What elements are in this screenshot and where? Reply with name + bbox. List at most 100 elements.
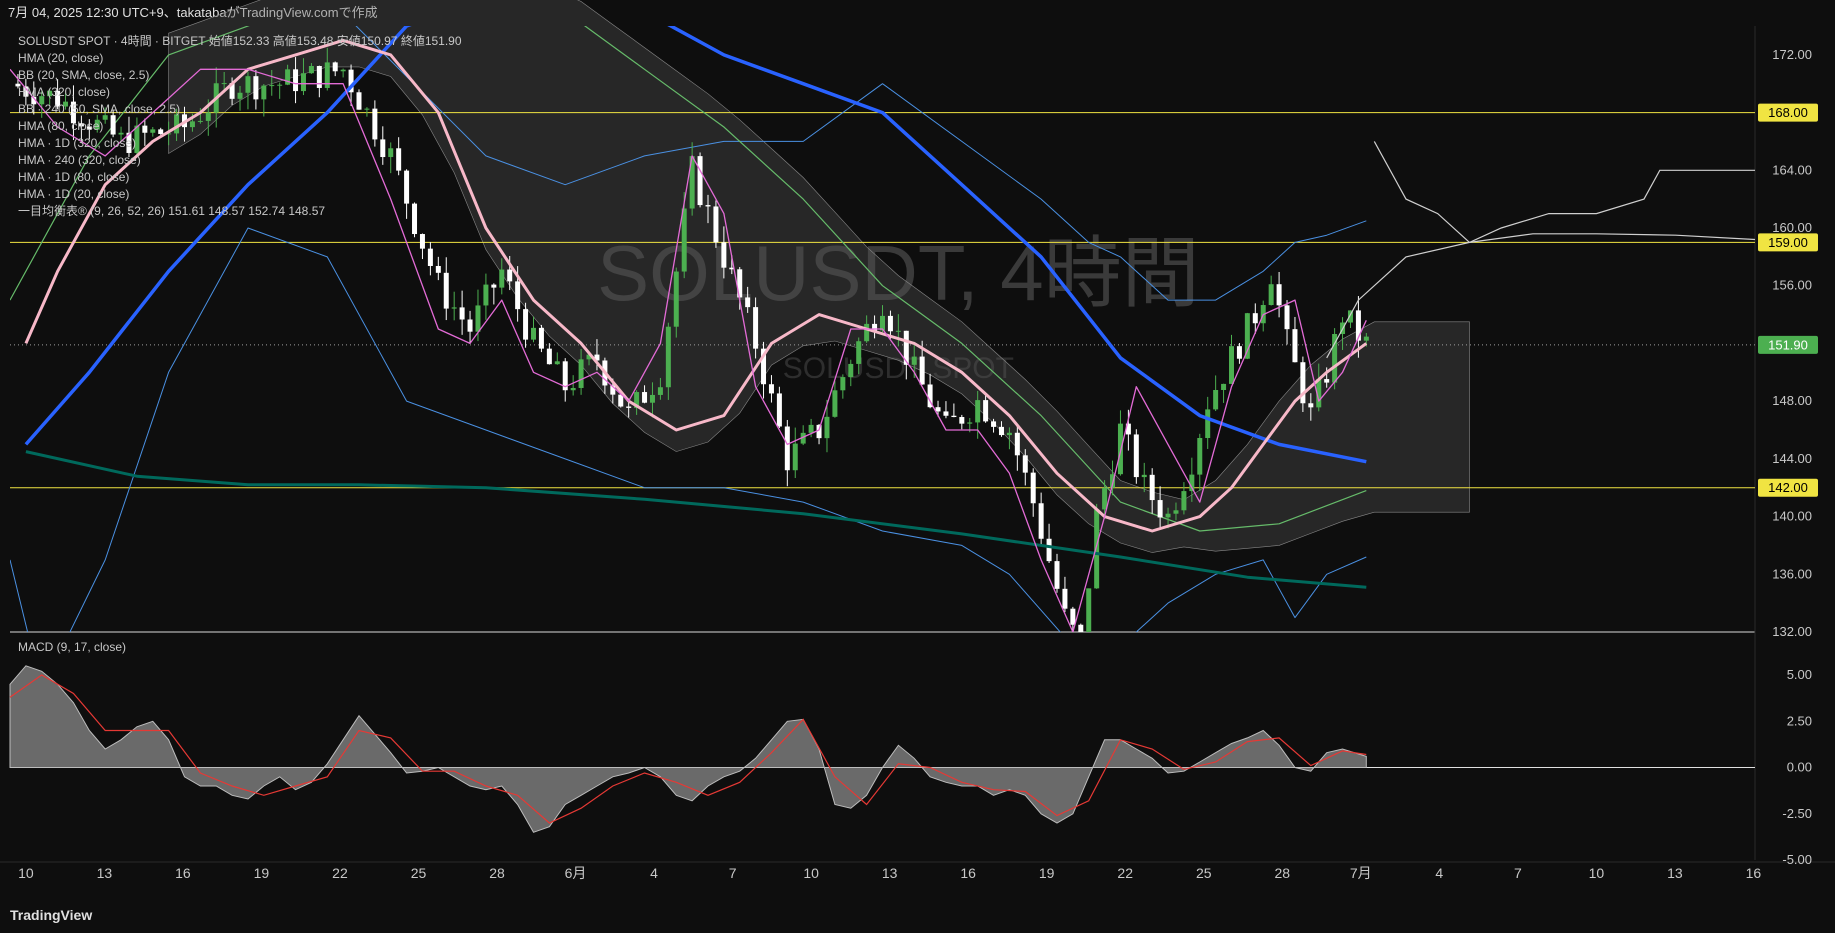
legend-line-8: HMA · 1D (20, close)	[18, 187, 130, 201]
candle-down	[776, 393, 782, 427]
candle-up	[1006, 432, 1012, 436]
candle-up	[649, 394, 655, 403]
time-tick-label: 25	[411, 865, 427, 881]
time-axis: 10 13 16 19 22 25 28 6月 4 7 10 13 16 19 22 25 28 7月 4 7 10 13…	[18, 865, 1761, 881]
candle-down	[1030, 472, 1036, 504]
price-tick-label: 144.00	[1772, 451, 1812, 466]
candle-down	[1149, 474, 1155, 501]
candle-up	[824, 416, 830, 439]
candle-down	[515, 281, 521, 310]
indicator-legend: SOLUSDT SPOT · 4時間 · BITGET 始値152.33 高値1…	[18, 33, 462, 220]
candle-up	[1213, 390, 1219, 410]
time-tick-label: 13	[882, 865, 898, 881]
candle-down	[943, 411, 949, 416]
candle-up	[1205, 409, 1211, 438]
candle-down	[919, 356, 925, 385]
price-tick-label: 172.00	[1772, 47, 1812, 62]
candle-down	[768, 384, 774, 394]
macd-tick-label: 0.00	[1787, 760, 1812, 775]
time-tick-label: 10	[803, 865, 819, 881]
candle-up	[856, 341, 862, 364]
candle-up	[864, 323, 870, 342]
legend-line-6: HMA · 240 (320, close)	[18, 153, 141, 167]
price-tick-label: 140.00	[1772, 509, 1812, 524]
candle-down	[697, 156, 703, 206]
candle-down	[991, 421, 997, 427]
candle-down	[538, 327, 544, 349]
time-tick-label: 16	[960, 865, 976, 881]
level-tag-label: 159.00	[1768, 235, 1808, 250]
candle-up	[475, 305, 481, 332]
candle-up	[1363, 336, 1369, 341]
candle-up	[967, 422, 973, 424]
candle-down	[1276, 284, 1282, 306]
time-tick-label: 19	[1039, 865, 1055, 881]
legend-ichimoku: 一目均衡表® (9, 26, 52, 26) 151.61 148.57 152…	[18, 204, 326, 218]
candle-down	[459, 307, 465, 320]
candle-down	[546, 348, 552, 365]
level-tag-label: 142.00	[1768, 480, 1808, 495]
candle-down	[642, 392, 648, 403]
candle-down	[753, 307, 759, 349]
candle-down	[618, 394, 624, 407]
footer-bar: TradingView	[0, 897, 1835, 933]
candle-down	[419, 234, 425, 249]
time-tick-label: 19	[254, 865, 270, 881]
candle-down	[523, 309, 529, 340]
candle-up	[840, 377, 846, 391]
candle-down	[998, 426, 1004, 436]
tradingview-logo[interactable]: TradingView	[10, 907, 92, 923]
candle-up	[483, 284, 489, 306]
candle-down	[1054, 561, 1060, 589]
candle-up	[681, 208, 687, 272]
price-tick-label: 156.00	[1772, 278, 1812, 293]
time-tick-label: 10	[1589, 865, 1605, 881]
price-tick-label: 148.00	[1772, 393, 1812, 408]
candle-down	[1236, 346, 1242, 359]
last-price-tag-label: 151.90	[1768, 337, 1808, 352]
price-tick-label: 164.00	[1772, 162, 1812, 177]
time-tick-label: 7月	[1350, 865, 1372, 881]
candle-up	[1221, 383, 1227, 391]
macd-signal-line	[9, 674, 1367, 824]
legend-ohlc: SOLUSDT SPOT · 4時間 · BITGET 始値152.33 高値1…	[18, 34, 462, 48]
legend-line-4: HMA (80, close)	[18, 119, 104, 133]
candle-up	[554, 361, 560, 365]
candle-down	[443, 272, 449, 309]
candle-down	[745, 297, 751, 308]
legend-line-5: HMA · 1D (320, close)	[18, 136, 137, 150]
time-tick-label: 4	[1435, 865, 1443, 881]
candle-down	[816, 424, 822, 439]
time-tick-label: 28	[1274, 865, 1290, 881]
candle-down	[1157, 500, 1163, 518]
time-tick-label: 25	[1196, 865, 1212, 881]
candle-up	[657, 387, 663, 395]
time-tick-label: 22	[1117, 865, 1133, 881]
candle-up	[975, 400, 981, 423]
candle-down	[435, 265, 441, 273]
candle-down	[1038, 503, 1044, 539]
candle-up	[1094, 509, 1100, 589]
time-tick-label: 16	[175, 865, 191, 881]
macd-pane: 5.00 2.50 0.00 -2.50 -5.00	[9, 665, 1812, 867]
candle-up	[665, 326, 671, 388]
candle-down	[959, 417, 965, 424]
candle-down	[1078, 624, 1084, 632]
macd-legend: MACD (9, 17, close)	[18, 640, 127, 654]
price-tick-label: 132.00	[1772, 624, 1812, 639]
legend-line-0: HMA (20, close)	[18, 51, 104, 65]
price-tick-label: 136.00	[1772, 566, 1812, 581]
time-tick-label: 28	[489, 865, 505, 881]
legend-line-2: HMA (320, close)	[18, 85, 111, 99]
candle-up	[895, 330, 901, 332]
level-tag-label: 168.00	[1768, 105, 1808, 120]
legend-line-1: BB (20, SMA, close, 2.5)	[18, 68, 150, 82]
time-tick-label: 6月	[565, 865, 587, 881]
candle-up	[1141, 474, 1147, 478]
macd-area	[9, 665, 1367, 833]
time-tick-label: 10	[18, 865, 34, 881]
candle-down	[887, 315, 893, 332]
candle-down	[1292, 329, 1298, 363]
time-tick-label: 4	[650, 865, 658, 881]
macd-tick-label: -5.00	[1782, 852, 1812, 867]
